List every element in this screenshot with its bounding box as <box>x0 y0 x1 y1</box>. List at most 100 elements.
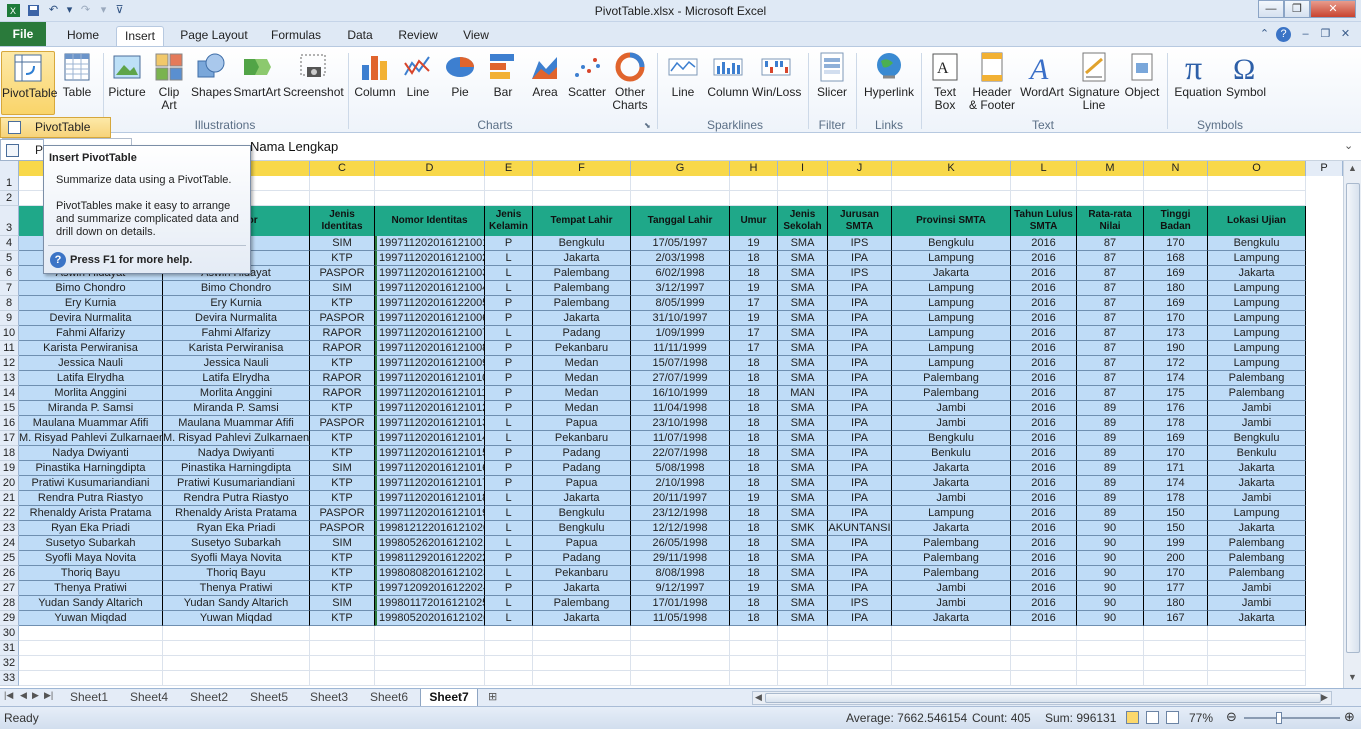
empty-cell[interactable] <box>892 626 1011 641</box>
table-cell[interactable]: 90 <box>1077 611 1144 626</box>
table-cell[interactable]: 199812122016121020 <box>375 521 485 536</box>
table-cell[interactable]: IPA <box>828 401 892 416</box>
table-cell[interactable]: SIM <box>310 536 375 551</box>
table-cell[interactable]: Jakarta <box>892 521 1011 536</box>
area-chart-button[interactable]: Area <box>526 51 564 99</box>
table-cell[interactable]: Thenya Pratiwi <box>19 581 163 596</box>
table-cell[interactable]: Jambi <box>892 416 1011 431</box>
table-header-cell[interactable]: Jenis Identitas <box>310 206 375 236</box>
table-cell[interactable]: Jambi <box>892 401 1011 416</box>
table-cell[interactable]: L <box>485 326 533 341</box>
table-cell[interactable]: 87 <box>1077 356 1144 371</box>
empty-cell[interactable] <box>892 656 1011 671</box>
empty-cell[interactable] <box>778 626 828 641</box>
vertical-scroll-thumb[interactable] <box>1346 183 1360 653</box>
table-cell[interactable]: 89 <box>1077 506 1144 521</box>
table-cell[interactable]: 2016 <box>1011 296 1077 311</box>
table-cell[interactable]: Jakarta <box>533 311 631 326</box>
table-cell[interactable]: Jakarta <box>892 266 1011 281</box>
table-cell[interactable]: Jakarta <box>1208 611 1306 626</box>
table-cell[interactable]: Rendra Putra Riastyo <box>163 491 310 506</box>
sparkline-line-button[interactable]: Line <box>664 51 702 99</box>
column-header-h[interactable]: H <box>730 161 778 176</box>
next-sheet-icon[interactable]: ▶ <box>32 690 39 701</box>
empty-cell[interactable] <box>485 641 533 656</box>
table-cell[interactable]: Palembang <box>892 371 1011 386</box>
table-cell[interactable]: KTP <box>310 581 375 596</box>
table-cell[interactable]: 89 <box>1077 431 1144 446</box>
table-cell[interactable]: Jakarta <box>1208 476 1306 491</box>
table-cell[interactable]: 18 <box>730 611 778 626</box>
table-cell[interactable]: Jessica Nauli <box>19 356 163 371</box>
table-cell[interactable]: Jakarta <box>533 581 631 596</box>
table-cell[interactable]: RAPOR <box>310 341 375 356</box>
table-cell[interactable]: Nadya Dwiyanti <box>163 446 310 461</box>
table-cell[interactable]: 16/10/1999 <box>631 386 730 401</box>
table-cell[interactable]: 170 <box>1144 236 1208 251</box>
table-cell[interactable]: Lampung <box>1208 326 1306 341</box>
empty-cell[interactable] <box>533 656 631 671</box>
table-cell[interactable]: 18 <box>730 386 778 401</box>
table-cell[interactable]: 89 <box>1077 491 1144 506</box>
table-cell[interactable]: Lampung <box>1208 296 1306 311</box>
row-header[interactable]: 15 <box>0 401 19 416</box>
page-break-view-icon[interactable] <box>1166 711 1179 724</box>
table-cell[interactable]: IPA <box>828 566 892 581</box>
sparkline-column-button[interactable]: Column <box>706 51 750 99</box>
tab-view[interactable]: View <box>454 26 498 46</box>
table-header-cell[interactable]: Rata-rata Nilai <box>1077 206 1144 236</box>
empty-cell[interactable] <box>19 671 163 686</box>
table-cell[interactable]: Rhenaldy Arista Pratama <box>19 506 163 521</box>
pie-chart-button[interactable]: Pie <box>442 51 478 99</box>
table-cell[interactable]: 199808082016121023 <box>375 566 485 581</box>
row-header[interactable]: 25 <box>0 551 19 566</box>
table-cell[interactable]: Jakarta <box>533 251 631 266</box>
table-header-cell[interactable]: Tinggi Badan <box>1144 206 1208 236</box>
table-cell[interactable]: AKUNTANSI <box>828 521 892 536</box>
table-cell[interactable]: 199711202016121001 <box>375 236 485 251</box>
first-sheet-icon[interactable]: |◀ <box>4 690 13 701</box>
row-header[interactable]: 20 <box>0 476 19 491</box>
column-header-e[interactable]: E <box>485 161 533 176</box>
pivottable-menu-item[interactable]: PivotTable <box>0 117 111 138</box>
table-cell[interactable]: P <box>485 476 533 491</box>
table-cell[interactable]: 2016 <box>1011 461 1077 476</box>
tab-home[interactable]: Home <box>60 26 106 46</box>
table-cell[interactable]: SIM <box>310 596 375 611</box>
row-header[interactable]: 3 <box>0 206 19 236</box>
table-cell[interactable]: KTP <box>310 401 375 416</box>
table-cell[interactable]: Lampung <box>1208 311 1306 326</box>
scroll-right-icon[interactable]: ▶ <box>1321 692 1328 703</box>
empty-cell[interactable] <box>828 671 892 686</box>
table-cell[interactable]: 199711202016121014 <box>375 431 485 446</box>
empty-cell[interactable] <box>163 671 310 686</box>
scroll-down-icon[interactable]: ▼ <box>1348 672 1357 682</box>
expand-formula-icon[interactable]: ⌄ <box>1344 139 1353 152</box>
table-cell[interactable]: SMA <box>778 611 828 626</box>
row-header[interactable]: 11 <box>0 341 19 356</box>
equation-button[interactable]: π Equation <box>1172 51 1224 99</box>
table-cell[interactable]: Bengkulu <box>892 431 1011 446</box>
column-header-i[interactable]: I <box>778 161 828 176</box>
table-cell[interactable]: 89 <box>1077 461 1144 476</box>
table-cell[interactable]: 22/07/1998 <box>631 446 730 461</box>
table-cell[interactable]: Palembang <box>892 386 1011 401</box>
close-button[interactable]: ✕ <box>1310 0 1356 18</box>
pivotchart-menu-item[interactable]: Pi <box>0 139 46 161</box>
column-header-c[interactable]: C <box>310 161 375 176</box>
table-cell[interactable]: SMA <box>778 236 828 251</box>
table-cell[interactable]: 11/07/1998 <box>631 431 730 446</box>
normal-view-icon[interactable] <box>1126 711 1139 724</box>
table-cell[interactable]: IPA <box>828 446 892 461</box>
table-cell[interactable]: 90 <box>1077 521 1144 536</box>
table-cell[interactable]: 87 <box>1077 266 1144 281</box>
table-cell[interactable]: 2016 <box>1011 521 1077 536</box>
table-cell[interactable]: L <box>485 251 533 266</box>
table-cell[interactable]: Pratiwi Kusumariandiani <box>19 476 163 491</box>
table-cell[interactable]: SMA <box>778 581 828 596</box>
table-cell[interactable]: SIM <box>310 236 375 251</box>
table-cell[interactable]: SMA <box>778 596 828 611</box>
table-cell[interactable]: 89 <box>1077 401 1144 416</box>
table-cell[interactable]: IPS <box>828 596 892 611</box>
table-cell[interactable]: 8/08/1998 <box>631 566 730 581</box>
